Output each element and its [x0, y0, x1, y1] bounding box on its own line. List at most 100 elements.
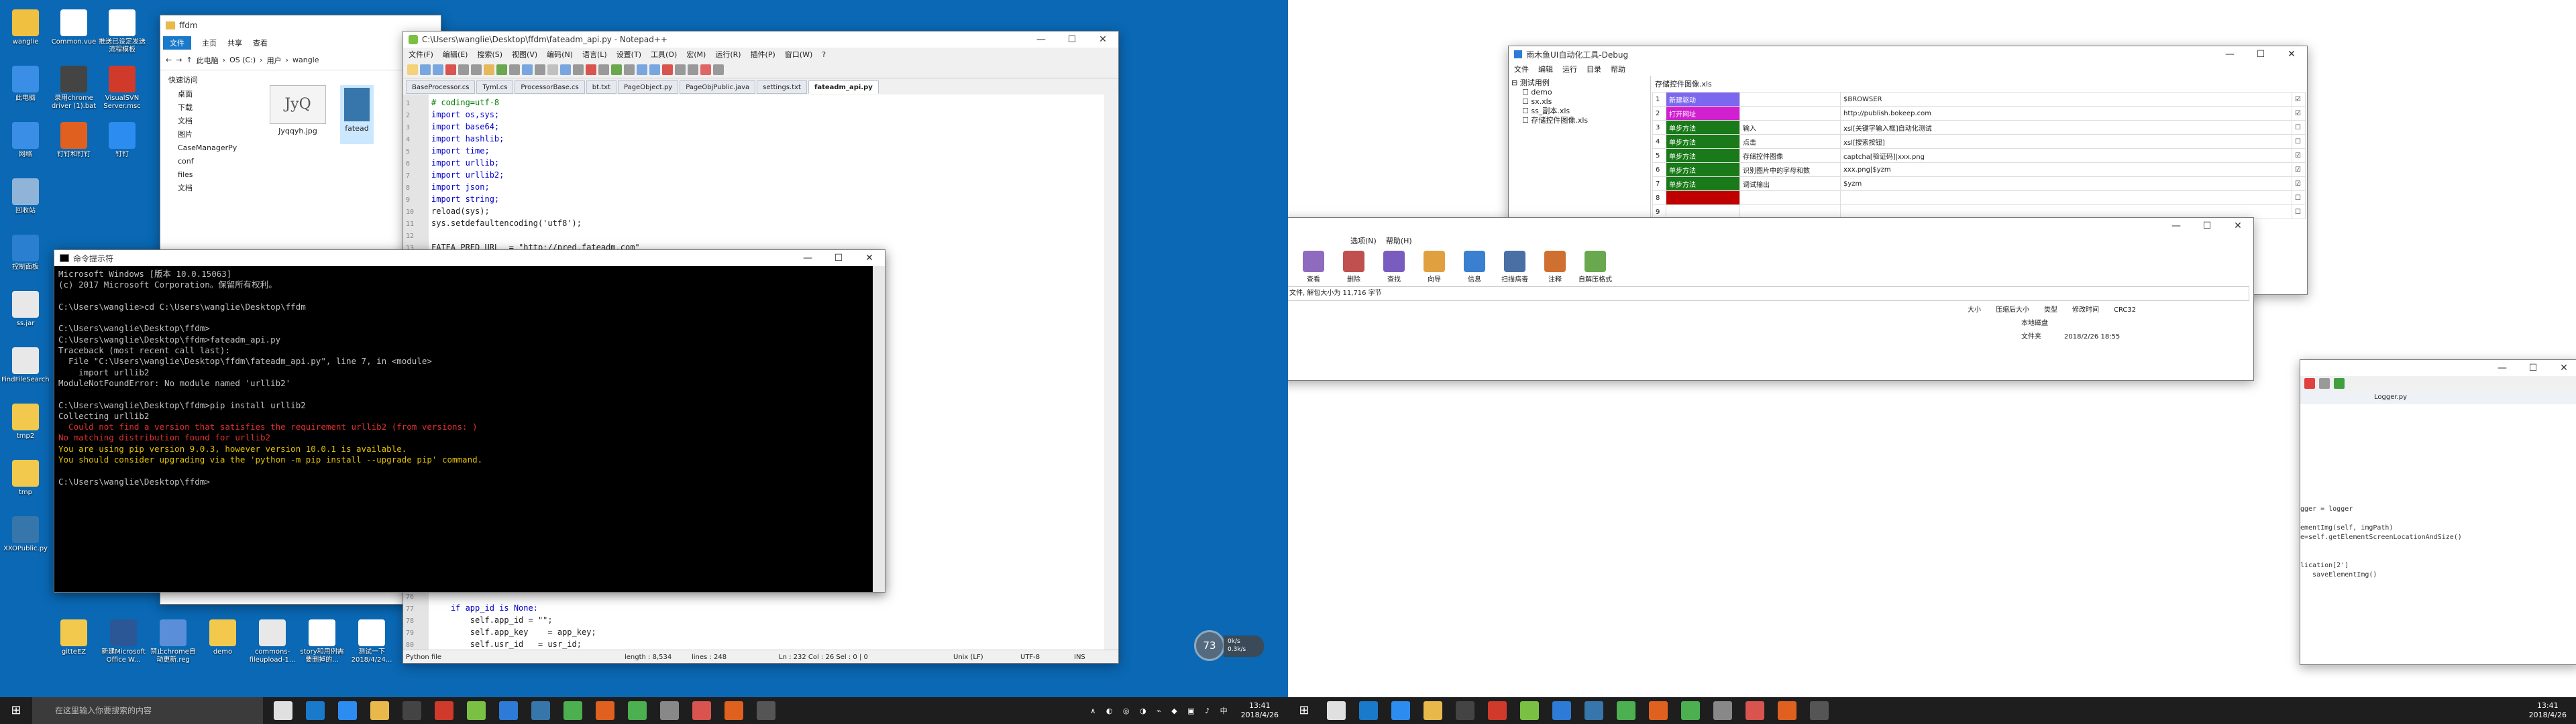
toolbar-button[interactable]	[445, 64, 456, 75]
row-value[interactable]: xxx.png|$yzm	[1840, 162, 2292, 177]
net-gauge[interactable]: 73 0k/s 0.3k/s	[1194, 630, 1275, 662]
minimize-button[interactable]: —	[1026, 32, 1057, 50]
desktop-icon[interactable]: gitteEZ	[50, 617, 98, 669]
row-check[interactable]: ☐	[2292, 190, 2306, 205]
row-object[interactable]: 调试输出	[1739, 176, 1841, 191]
taskbar-app-icon[interactable]	[1359, 701, 1378, 720]
taskbar-app-icon[interactable]	[274, 701, 292, 720]
toolbar-button[interactable]	[509, 64, 520, 75]
taskbar-app-icon[interactable]	[1649, 701, 1668, 720]
desktop-icon[interactable]: story和用例需要删掉的...	[298, 617, 346, 669]
desktop-icon[interactable]: 测试一下2018/4/24...	[347, 617, 396, 669]
sidebar-item[interactable]: 图片	[178, 128, 261, 141]
ribbon-tab-share[interactable]: 共享	[227, 38, 242, 48]
sidebar-item[interactable]: 文档	[178, 182, 261, 195]
address-bar[interactable]: ← → ↑ 此电脑 › OS (C:) › 用户 › wangle	[160, 50, 441, 70]
archive-tool-button[interactable]: 查找	[1377, 251, 1411, 284]
toolbar-button[interactable]	[700, 64, 711, 75]
archive-tool-button[interactable]: 向导	[1417, 251, 1451, 284]
desktop-icon[interactable]: 控制面板	[1, 232, 50, 284]
archive-column-header[interactable]: 大小	[1968, 304, 1981, 317]
desktop-icon[interactable]: XXOPublic.py	[1, 514, 50, 566]
taskbar-app-icon[interactable]	[724, 701, 743, 720]
cmd-scrollbar[interactable]	[873, 266, 885, 592]
windows-start-icon[interactable]: ⊞	[0, 697, 32, 724]
grid-row[interactable]: 8 ☐	[1652, 190, 2306, 205]
taskbar-app-icon[interactable]	[338, 701, 357, 720]
notepad-titlebar[interactable]: C:\Users\wanglie\Desktop\ffdm\fateadm_ap…	[403, 32, 1118, 48]
toolbar-button[interactable]	[407, 64, 418, 75]
menu-item[interactable]: 选项(N)	[1350, 235, 1377, 246]
breadcrumb-0[interactable]: 此电脑	[197, 55, 219, 66]
toolbar-button[interactable]	[573, 64, 584, 75]
toolbar-button[interactable]	[484, 64, 494, 75]
row-action[interactable]: 单步方法	[1666, 162, 1740, 177]
ribbon-tab-home[interactable]: 主页	[202, 38, 217, 48]
taskbar-app-icon[interactable]	[1810, 701, 1829, 720]
desktop-icon[interactable]: commons-fileupload-1...	[248, 617, 297, 669]
archive-path[interactable]: 文件, 解包大小为 11,716 字节	[1288, 286, 2249, 301]
toolbar-button[interactable]	[688, 64, 698, 75]
row-value[interactable]: captcha[验证码]|xxx.png	[1840, 148, 2292, 163]
breadcrumb-1[interactable]: OS (C:)	[229, 56, 256, 64]
toolbar-button[interactable]	[535, 64, 545, 75]
ide-tab-logger[interactable]: Logger.py	[2300, 391, 2576, 404]
toolbar-button[interactable]	[624, 64, 635, 75]
archive-column-header[interactable]: 修改时间	[2072, 304, 2099, 317]
toolbar-button[interactable]	[547, 64, 558, 75]
menu-item[interactable]: 宏(M)	[686, 49, 706, 60]
editor-tab[interactable]: fateadm_api.py	[808, 80, 879, 94]
desktop-icon[interactable]: FindFileSearchengine	[1, 345, 50, 397]
row-object[interactable]	[1739, 190, 1841, 205]
row-check[interactable]: ☐	[2292, 120, 2306, 135]
taskbar-search-box[interactable]: 在这里输入你要搜索的内容	[32, 697, 263, 724]
taskbar-app-icon[interactable]	[628, 701, 647, 720]
close-button[interactable]: ✕	[1087, 32, 1118, 50]
taskbar-app-icon[interactable]	[660, 701, 679, 720]
row-action[interactable]: 单步方法	[1666, 134, 1740, 149]
taskbar-app-icon[interactable]	[435, 701, 453, 720]
taskbar-app-icon[interactable]	[1520, 701, 1539, 720]
grid-row[interactable]: 6 单步方法 识别图片中的字母和数 xxx.png|$yzm ☑	[1652, 162, 2306, 177]
toolbar-button[interactable]	[471, 64, 482, 75]
breadcrumb-2[interactable]: 用户	[267, 55, 282, 66]
archive-row-disk[interactable]: 本地磁盘	[1288, 317, 2253, 330]
row-check[interactable]: ☐	[2292, 204, 2306, 219]
toolbar-button[interactable]	[433, 64, 443, 75]
desktop-icon[interactable]: 钉钉和钉钉	[50, 119, 98, 172]
taskbar-app-icon[interactable]	[757, 701, 775, 720]
sidebar-item[interactable]: 文档	[178, 115, 261, 128]
row-object[interactable]: 输入	[1739, 120, 1841, 135]
forward-arrow-icon[interactable]: →	[176, 56, 182, 64]
toolbar-button[interactable]	[522, 64, 533, 75]
archive-maximize-button[interactable]: ☐	[2192, 218, 2222, 236]
menu-item[interactable]: 帮助	[1611, 64, 1625, 74]
toolbar-button[interactable]	[637, 64, 647, 75]
archive-column-header[interactable]: CRC32	[2114, 304, 2136, 317]
editor-tab[interactable]: ProcessorBase.cs	[515, 80, 585, 94]
taskbar-app-icon[interactable]	[370, 701, 389, 720]
menu-item[interactable]: 语言(L)	[582, 49, 607, 60]
desktop-icon[interactable]: 录用chrome driver (1).bat	[50, 63, 98, 115]
cmd-minimize-button[interactable]: —	[792, 248, 823, 268]
taskbar-app-icon[interactable]	[1391, 701, 1410, 720]
sidebar-item[interactable]: 下载	[178, 101, 261, 115]
taskbar-app-icon[interactable]	[1617, 701, 1635, 720]
grid-row[interactable]: 7 单步方法 调试输出 $yzm ☑	[1652, 176, 2306, 191]
sidebar-item[interactable]: files	[178, 168, 261, 182]
grid-row[interactable]: 5 单步方法 存储控件图像 captcha[验证码]|xxx.png ☑	[1652, 148, 2306, 163]
editor-tab[interactable]: PageObjPublic.java	[680, 80, 756, 94]
grid-row[interactable]: 4 单步方法 点击 xsl[搜索按钮] ☐	[1652, 134, 2306, 149]
toolbar-button[interactable]	[662, 64, 673, 75]
archive-close-button[interactable]: ✕	[2222, 218, 2253, 236]
cmd-titlebar[interactable]: 命令提示符 — ☐ ✕	[54, 250, 885, 266]
menu-item[interactable]: 设置(T)	[616, 49, 641, 60]
menu-item[interactable]: 插件(P)	[751, 49, 775, 60]
desktop-icon[interactable]: 钉钉	[98, 119, 146, 172]
archive-column-header[interactable]: 类型	[2044, 304, 2057, 317]
row-check[interactable]: ☐	[2292, 134, 2306, 149]
taskbar-app-icon[interactable]	[1585, 701, 1603, 720]
debugger-maximize-button[interactable]: ☐	[2245, 46, 2276, 64]
row-value[interactable]: xsl[搜索按钮]	[1840, 134, 2292, 149]
row-check[interactable]: ☑	[2292, 162, 2306, 177]
